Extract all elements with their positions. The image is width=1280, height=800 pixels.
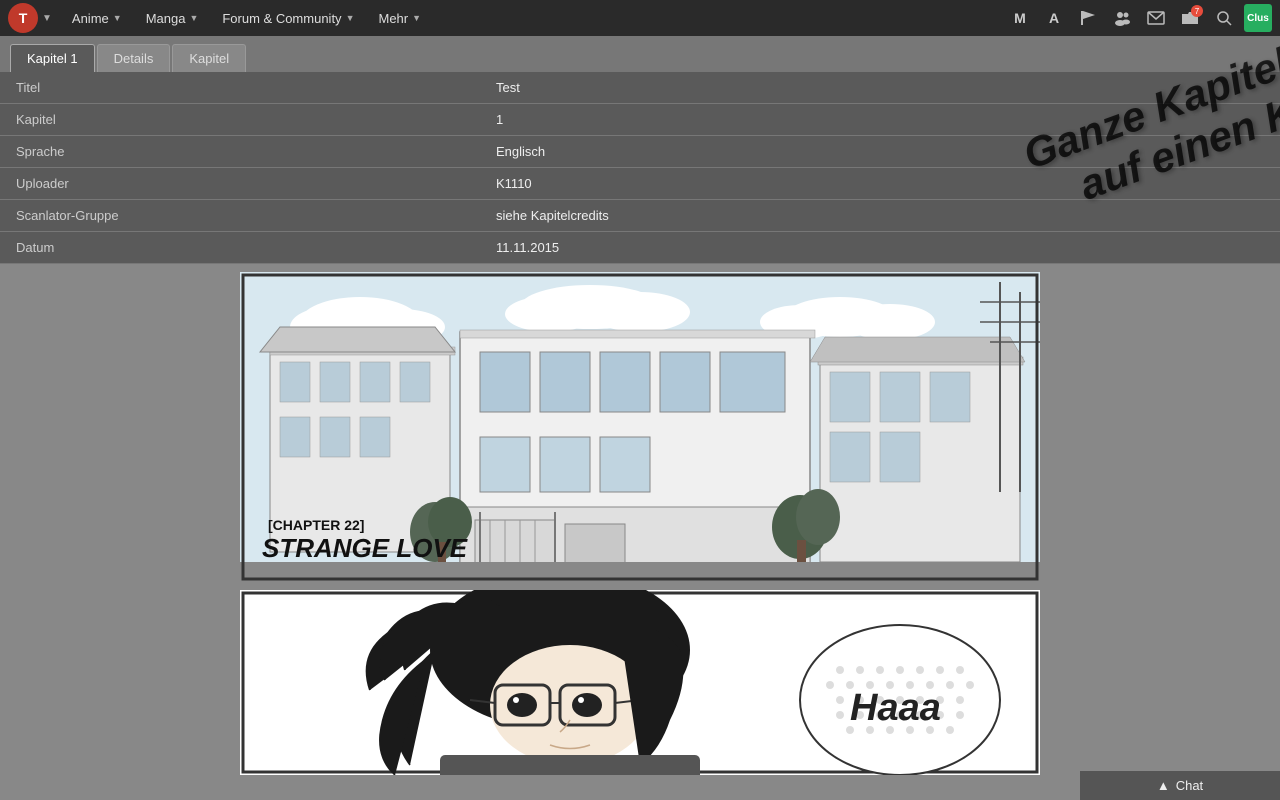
mehr-arrow: ▼: [412, 13, 421, 23]
user-avatar[interactable]: Clus: [1244, 4, 1272, 32]
mail-icon-btn[interactable]: [1142, 4, 1170, 32]
tab-kapitel1[interactable]: Kapitel 1: [10, 44, 95, 72]
tabs-bar: Kapitel 1 Details Kapitel: [0, 36, 1280, 72]
A-icon-btn[interactable]: A: [1040, 4, 1068, 32]
manga-page-2: Haaa: [240, 590, 1040, 775]
chat-label: Chat: [1176, 778, 1203, 793]
detail-key: Kapitel: [0, 104, 480, 136]
manga-arrow: ▼: [189, 13, 198, 23]
manga-content-area[interactable]: [CHAPTER 22] STRANGE LOVE: [0, 264, 1280, 800]
M-icon-btn[interactable]: M: [1006, 4, 1034, 32]
table-row: TitelTest: [0, 72, 1280, 104]
tab-details[interactable]: Details: [97, 44, 171, 72]
top-navigation: T ▼ Anime ▼ Manga ▼ Forum & Community ▼ …: [0, 0, 1280, 36]
main-area: Ganze Kapitel auf auf einen Klick! Kapit…: [0, 36, 1280, 800]
chat-arrow-icon: ▲: [1157, 778, 1170, 793]
site-logo[interactable]: T: [8, 3, 38, 33]
detail-value: siehe Kapitelcredits: [480, 200, 1280, 232]
forum-arrow: ▼: [346, 13, 355, 23]
folder-icon-btn[interactable]: 7: [1176, 4, 1204, 32]
nav-anime[interactable]: Anime ▼: [60, 0, 134, 36]
folder-badge: 7: [1191, 5, 1203, 17]
flag-icon-btn[interactable]: [1074, 4, 1102, 32]
nav-manga[interactable]: Manga ▼: [134, 0, 211, 36]
nav-mehr[interactable]: Mehr ▼: [366, 0, 433, 36]
logo-text: T: [19, 10, 28, 26]
nav-icon-group: M A 7: [1006, 4, 1272, 32]
table-row: Datum11.11.2015: [0, 232, 1280, 264]
users-icon-btn[interactable]: [1108, 4, 1136, 32]
detail-key: Uploader: [0, 168, 480, 200]
anime-arrow: ▼: [113, 13, 122, 23]
detail-value: 11.11.2015: [480, 232, 1280, 264]
detail-key: Sprache: [0, 136, 480, 168]
svg-text:[CHAPTER 22]: [CHAPTER 22]: [268, 517, 364, 533]
chat-bar[interactable]: ▲ Chat: [1080, 770, 1280, 800]
logo-dropdown-arrow[interactable]: ▼: [42, 13, 52, 24]
detail-key: Datum: [0, 232, 480, 264]
detail-key: Titel: [0, 72, 480, 104]
svg-text:Haaa: Haaa: [850, 687, 941, 729]
search-icon-btn[interactable]: [1210, 4, 1238, 32]
manga-page-1: [CHAPTER 22] STRANGE LOVE: [240, 272, 1040, 582]
tab-kapitel[interactable]: Kapitel: [172, 44, 246, 72]
detail-key: Scanlator-Gruppe: [0, 200, 480, 232]
nav-forum[interactable]: Forum & Community ▼: [210, 0, 366, 36]
svg-text:STRANGE LOVE: STRANGE LOVE: [262, 533, 468, 563]
